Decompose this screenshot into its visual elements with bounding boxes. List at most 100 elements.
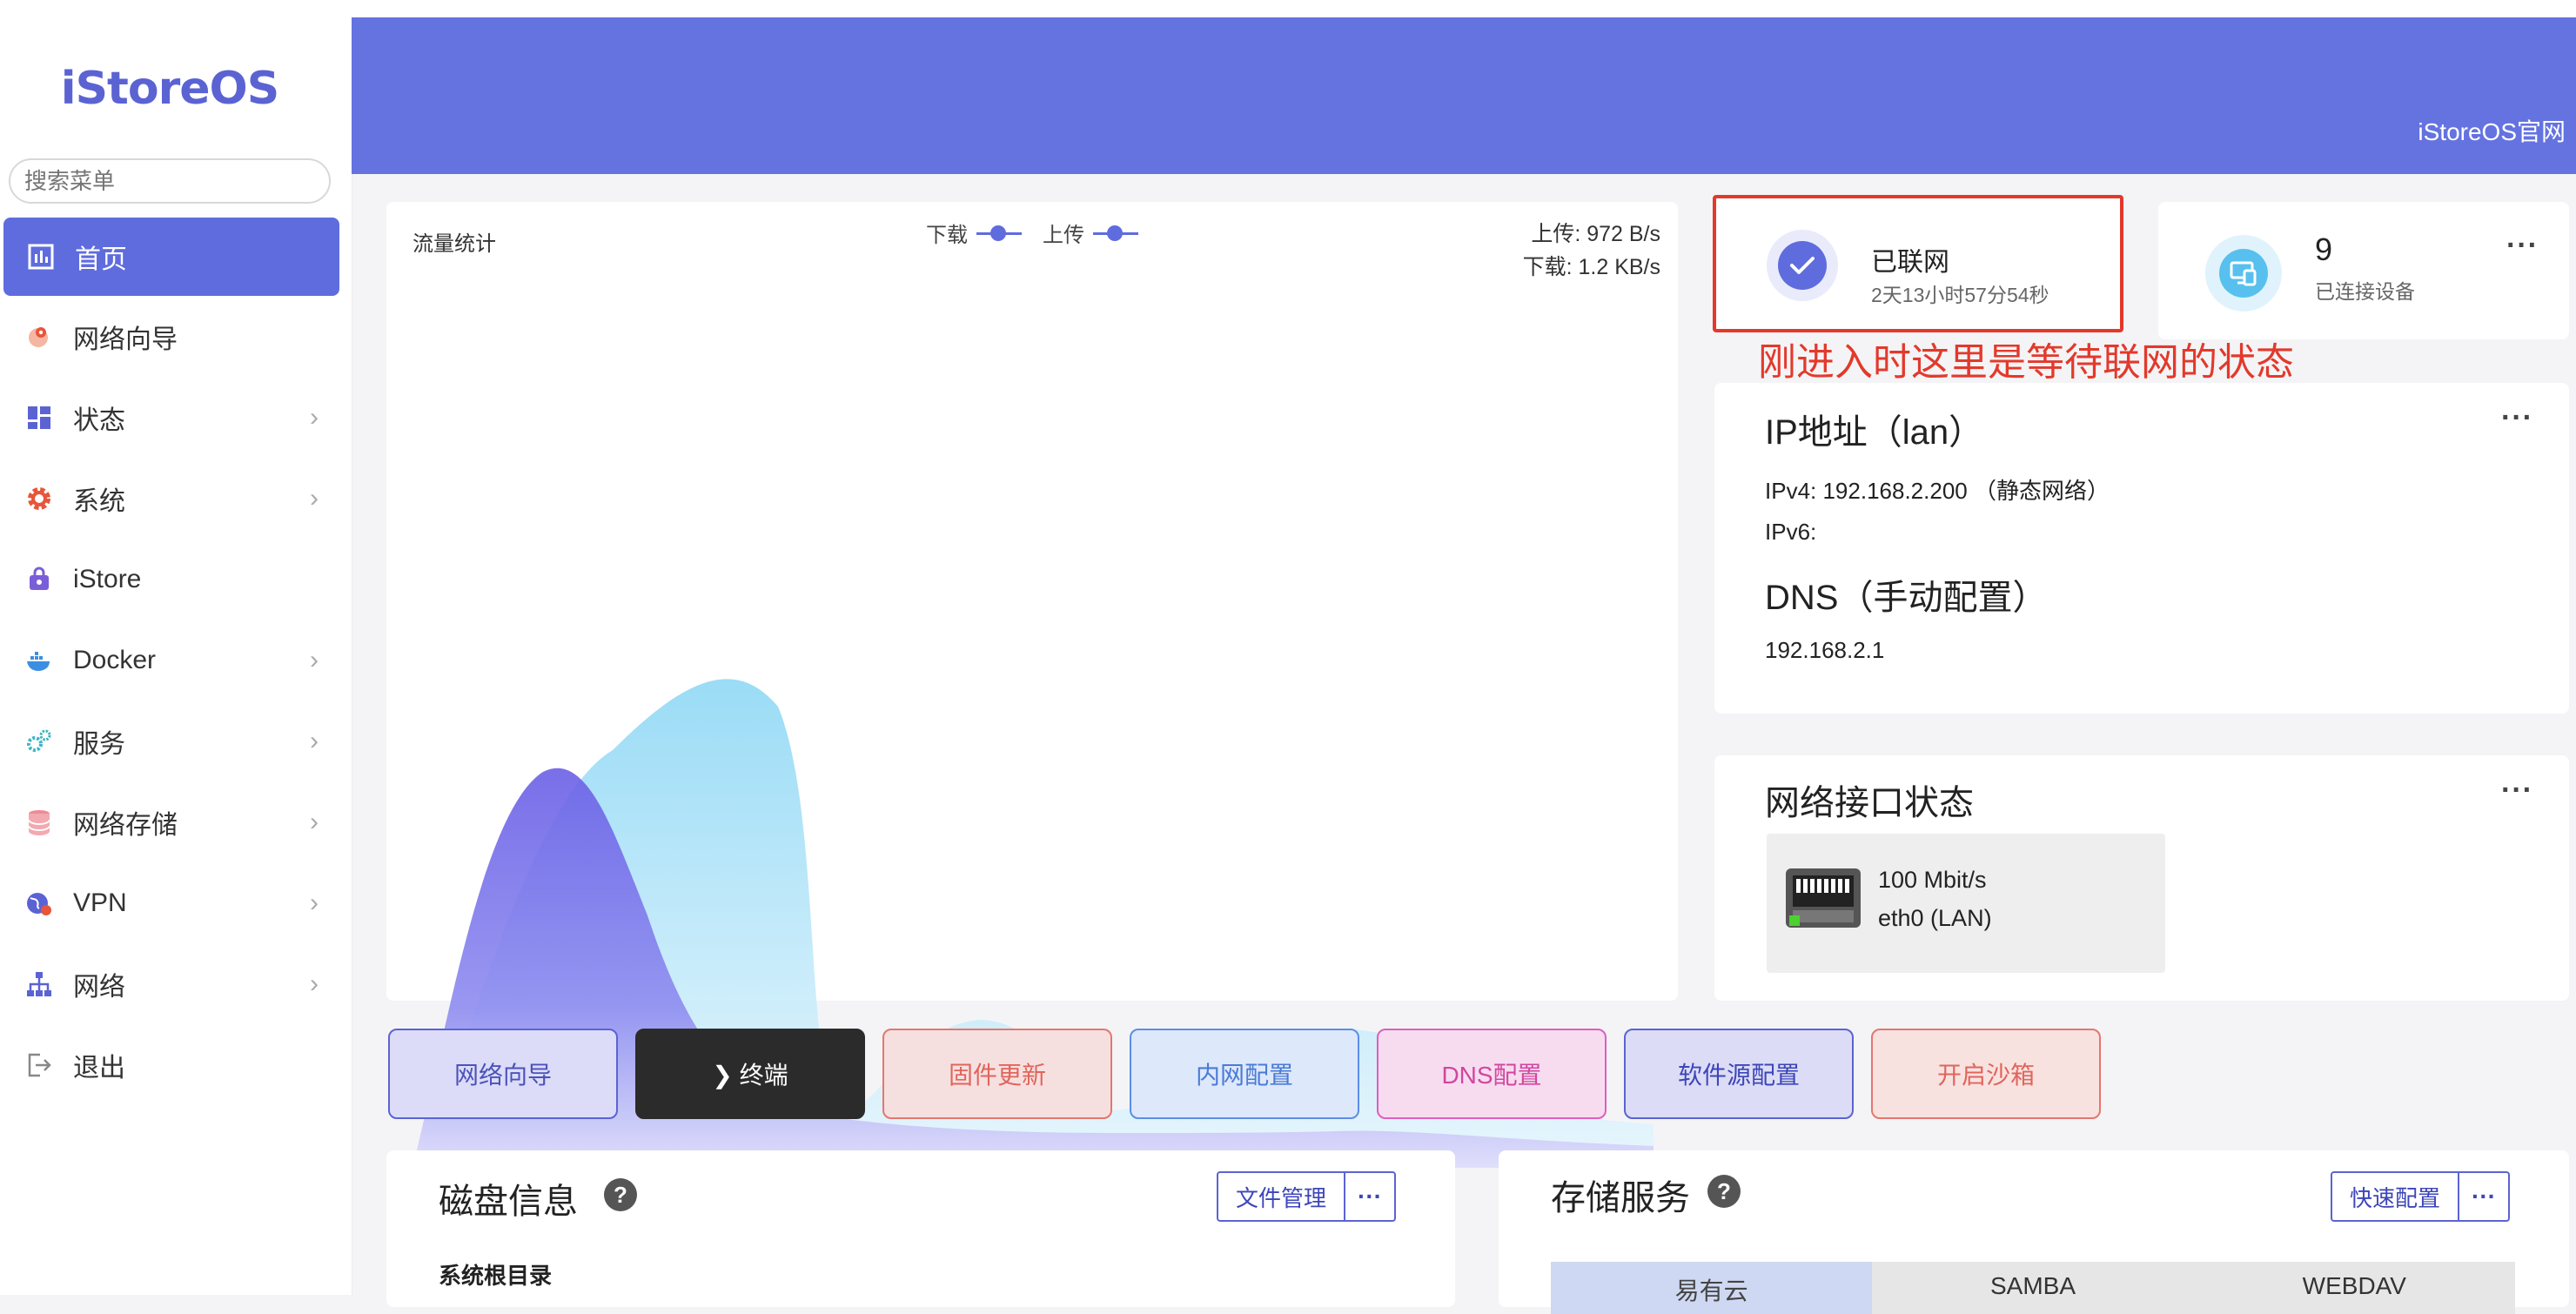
device-count-label: 已连接设备 xyxy=(2315,280,2415,303)
software-source-button[interactable]: 软件源配置 xyxy=(1624,1029,1854,1119)
sidebar-item-vpn[interactable]: VPN › xyxy=(0,862,352,943)
app-logo[interactable]: iStoreOS xyxy=(0,63,339,115)
window-top-bar xyxy=(0,0,2576,19)
ethernet-port-icon xyxy=(1786,868,1861,928)
sidebar-item-home[interactable]: 首页 xyxy=(3,218,339,296)
store-bag-icon xyxy=(24,565,54,594)
sidebar-item-istore[interactable]: iStore xyxy=(0,539,352,620)
more-options-icon[interactable]: ··· xyxy=(2501,775,2533,805)
more-options-icon[interactable]: ··· xyxy=(1345,1173,1394,1220)
traffic-rates: 上传: 972 B/s 下载: 1.2 KB/s xyxy=(1523,218,1660,284)
search-menu-input[interactable] xyxy=(9,158,331,204)
chevron-right-icon: › xyxy=(310,726,319,755)
more-options-icon[interactable]: ··· xyxy=(2506,231,2539,260)
sidebar-item-label: 状态 xyxy=(73,406,125,435)
port-speed: 100 Mbit/s xyxy=(1878,867,1987,893)
legend-upload[interactable]: 上传 xyxy=(1043,218,1138,248)
sidebar-item-network[interactable]: 网络 › xyxy=(0,943,352,1024)
legend-line-marker-icon xyxy=(976,225,1022,242)
file-manager-split-button: 文件管理 ··· xyxy=(1217,1171,1397,1222)
sidebar-item-network-storage[interactable]: 网络存储 › xyxy=(0,781,352,862)
sidebar-item-label: 首页 xyxy=(75,245,127,274)
sidebar-item-services[interactable]: 服务 › xyxy=(0,701,352,781)
lan-config-button[interactable]: 内网配置 xyxy=(1130,1029,1359,1119)
device-count: 9 xyxy=(2315,231,2333,267)
vpn-globe-icon xyxy=(24,888,54,918)
legend-download-label: 下载 xyxy=(926,224,968,247)
sidebar-item-system[interactable]: 系统 › xyxy=(0,458,352,539)
dashboard-icon xyxy=(26,242,56,272)
tab-yiyouyun[interactable]: 易有云 xyxy=(1551,1262,1873,1314)
chevron-right-icon: › xyxy=(310,645,319,674)
database-icon xyxy=(24,808,54,837)
firmware-update-button[interactable]: 固件更新 xyxy=(882,1029,1112,1119)
sidebar-item-label: 网络 xyxy=(73,972,125,1002)
connected-check-icon xyxy=(1767,230,1838,301)
help-icon[interactable]: ? xyxy=(1707,1175,1741,1208)
legend-upload-label: 上传 xyxy=(1043,224,1084,247)
globe-pin-icon xyxy=(24,322,54,352)
cogs-icon xyxy=(24,727,54,756)
dns-config-button[interactable]: DNS配置 xyxy=(1377,1029,1607,1119)
grid-icon xyxy=(24,403,54,432)
traffic-chart-title: 流量统计 xyxy=(413,232,496,256)
sidebar-item-label: 服务 xyxy=(73,729,125,759)
top-header: iStoreOS官网 xyxy=(352,17,2576,174)
sidebar-item-label: Docker xyxy=(73,645,157,674)
sidebar-menu: 首页 网络向导 状态 › 系统 › iStore Docker › 服务 › 网… xyxy=(0,218,352,1105)
dns-title: DNS（手动配置） xyxy=(1765,579,2048,617)
help-icon[interactable]: ? xyxy=(604,1178,637,1211)
network-wizard-button[interactable]: 网络向导 xyxy=(388,1029,618,1119)
connected-devices-card[interactable]: 9 已连接设备 ··· xyxy=(2158,202,2569,339)
sidebar-item-label: VPN xyxy=(73,888,127,917)
sidebar: iStoreOS 首页 网络向导 状态 › 系统 › xyxy=(0,17,352,1295)
chevron-right-icon: › xyxy=(310,402,319,432)
official-site-link[interactable]: iStoreOS官网 xyxy=(2418,113,2566,148)
sidebar-item-docker[interactable]: Docker › xyxy=(0,620,352,701)
sidebar-item-label: iStore xyxy=(73,564,142,593)
tab-webdav[interactable]: WEBDAV xyxy=(2194,1262,2515,1314)
upload-rate: 上传: 972 B/s xyxy=(1531,222,1660,246)
network-status-title: 已联网 xyxy=(1871,248,1949,277)
network-status-card[interactable]: 已联网 2天13小时57分54秒 xyxy=(1713,195,2123,332)
sandbox-button[interactable]: 开启沙箱 xyxy=(1871,1029,2101,1119)
storage-tabs: 易有云 SAMBA WEBDAV xyxy=(1551,1262,2515,1314)
chevron-right-icon: › xyxy=(310,483,319,513)
dns-address: 192.168.2.1 xyxy=(1765,637,1885,663)
disk-title: 磁盘信息 xyxy=(439,1183,578,1221)
interface-title: 网络接口状态 xyxy=(1765,784,1974,822)
chevron-right-icon: › xyxy=(310,969,319,998)
sidebar-item-status[interactable]: 状态 › xyxy=(0,377,352,458)
port-name: eth0 (LAN) xyxy=(1878,905,1992,931)
storage-service-card: 存储服务 ? 快速配置 ··· 易有云 SAMBA WEBDAV xyxy=(1499,1150,2569,1314)
sidebar-item-label: 网络向导 xyxy=(73,325,178,354)
legend-line-marker-icon xyxy=(1093,225,1138,242)
port-eth0[interactable]: 100 Mbit/s eth0 (LAN) xyxy=(1767,834,2165,973)
sidebar-item-network-wizard[interactable]: 网络向导 xyxy=(0,296,352,377)
ipv6-address: IPv6: xyxy=(1765,519,1817,545)
disk-info-card: 磁盘信息 ? 文件管理 ··· 系统根目录 xyxy=(386,1150,1455,1307)
system-root-label: 系统根目录 xyxy=(439,1263,553,1289)
tab-samba[interactable]: SAMBA xyxy=(1872,1262,2193,1314)
more-options-icon[interactable]: ··· xyxy=(2459,1173,2508,1220)
network-uptime: 2天13小时57分54秒 xyxy=(1871,284,2049,306)
sidebar-item-logout[interactable]: 退出 xyxy=(0,1024,352,1105)
chart-legend: 下载 上传 xyxy=(926,218,1159,248)
more-options-icon[interactable]: ··· xyxy=(2501,403,2533,432)
storage-title: 存储服务 xyxy=(1551,1179,1690,1217)
devices-icon xyxy=(2205,235,2282,312)
logout-icon xyxy=(24,1050,54,1080)
network-tree-icon xyxy=(24,969,54,999)
chevron-right-icon: › xyxy=(310,807,319,836)
docker-whale-icon xyxy=(24,646,54,675)
legend-download[interactable]: 下载 xyxy=(926,218,1022,248)
ip-title: IP地址（lan） xyxy=(1765,413,1984,452)
file-manager-button[interactable]: 文件管理 xyxy=(1218,1173,1346,1220)
traffic-chart-card: 流量统计 下载 上传 上传: 972 B/s 下载: 1.2 KB/s xyxy=(386,202,1678,1168)
interface-status-card: 网络接口状态 ··· 100 Mbit/s eth0 (LAN) xyxy=(1714,755,2569,1001)
ipv4-address: IPv4: 192.168.2.200 （静态网络） xyxy=(1765,478,2110,504)
terminal-button[interactable]: ❯ 终端 xyxy=(635,1029,865,1119)
gear-icon xyxy=(24,484,54,513)
ip-address-card: IP地址（lan） ··· IPv4: 192.168.2.200 （静态网络）… xyxy=(1714,383,2569,714)
quick-config-button[interactable]: 快速配置 xyxy=(2332,1173,2460,1220)
